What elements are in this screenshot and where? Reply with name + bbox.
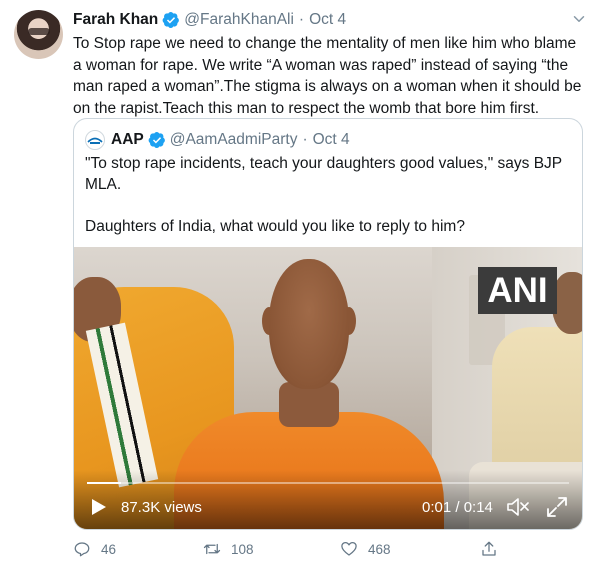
retweet-icon [203, 543, 221, 555]
video-scarf [85, 322, 159, 488]
quoted-date[interactable]: Oct 4 [313, 131, 350, 149]
quoted-tweet-text: "To stop rape incidents, teach your daug… [85, 153, 571, 237]
reply-icon [74, 542, 90, 557]
aap-logo-icon [87, 137, 103, 144]
video-views: 87.3K views [121, 499, 202, 516]
like-button[interactable]: 468 [340, 538, 391, 560]
share-icon [482, 541, 496, 556]
quoted-author-handle[interactable]: @AamAadmiParty [170, 131, 298, 149]
retweet-count: 108 [231, 541, 254, 557]
retweet-button[interactable]: 108 [203, 538, 254, 560]
author-name[interactable]: Farah Khan [73, 11, 158, 29]
author-handle[interactable]: @FarahKhanAli [184, 11, 294, 29]
like-count: 468 [368, 541, 391, 557]
tweet-date[interactable]: Oct 4 [309, 11, 346, 29]
heart-icon [341, 541, 357, 556]
chevron-down-icon[interactable] [570, 10, 588, 28]
tweet-text: To Stop rape we need to change the menta… [73, 33, 593, 119]
video-progress-bar[interactable] [87, 482, 569, 484]
quoted-author-name[interactable]: AAP [111, 131, 144, 149]
video-player[interactable]: ANI 87.3K views 0:01 / 0:14 [74, 247, 582, 529]
share-button[interactable] [480, 538, 508, 560]
tweet-text-line: on the rapist.Teach this man to respect … [73, 99, 540, 117]
quoted-text-line: MLA. [85, 176, 122, 193]
tweet-text-line: man raped a woman”.The stigma is always … [73, 78, 582, 95]
reply-button[interactable]: 46 [73, 538, 116, 560]
avatar[interactable] [14, 10, 63, 59]
mute-icon[interactable] [506, 496, 530, 518]
video-progress-fill [87, 482, 121, 484]
tweet-actions: 46 108 468 [73, 538, 543, 560]
tweet-header: Farah Khan @FarahKhanAli · Oct 4 [73, 9, 346, 31]
expand-icon[interactable] [546, 496, 568, 518]
separator-dot: · [298, 11, 305, 28]
verified-badge-icon [148, 131, 165, 149]
video-time: 0:01 / 0:14 [422, 499, 493, 516]
quoted-tweet[interactable]: AAP @AamAadmiParty · Oct 4 "To stop rape… [73, 118, 583, 530]
reply-count: 46 [101, 541, 117, 557]
quoted-text-line: Daughters of India, what would you like … [85, 218, 465, 235]
tweet: Farah Khan @FarahKhanAli · Oct 4 To Stop… [0, 0, 604, 563]
quoted-tweet-header: AAP @AamAadmiParty · Oct 4 [85, 129, 350, 151]
play-icon[interactable] [88, 497, 108, 517]
tweet-text-line: a woman for rape. We write “A woman was … [73, 56, 569, 74]
quoted-avatar[interactable] [85, 130, 105, 150]
separator-dot: · [302, 131, 308, 148]
quoted-text-line: "To stop rape incidents, teach your daug… [85, 155, 563, 172]
ani-watermark: ANI [478, 267, 557, 314]
video-controls: 87.3K views 0:01 / 0:14 [74, 492, 582, 522]
tweet-text-line: To Stop rape we need to change the menta… [73, 35, 577, 52]
video-speaker-head [269, 259, 349, 389]
verified-badge-icon [162, 11, 180, 29]
